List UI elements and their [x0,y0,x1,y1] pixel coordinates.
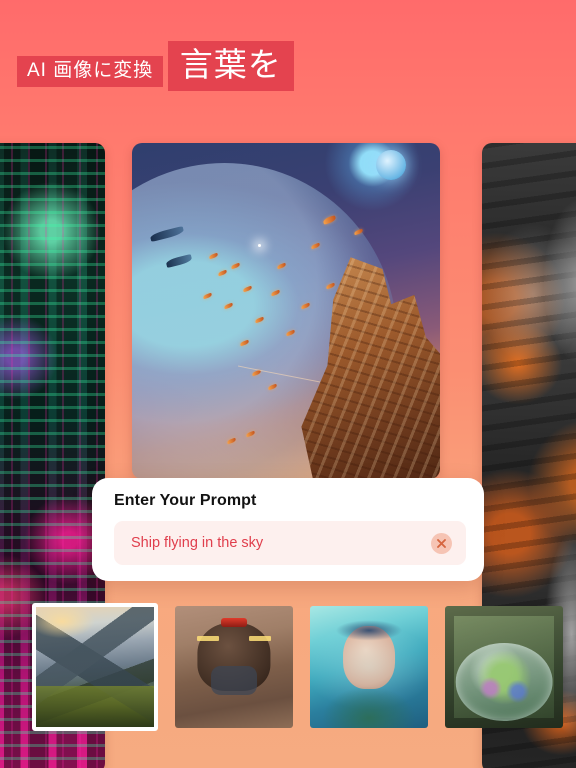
prompt-input-value[interactable]: Ship flying in the sky [131,535,431,551]
carousel-card-space-galleon[interactable] [132,143,440,479]
thumbnail-robot-dog[interactable] [175,606,293,728]
thumbnail-strip[interactable] [0,603,576,731]
prompt-input-field[interactable]: Ship flying in the sky [114,521,466,565]
thumbnail-cyber-woman[interactable] [310,606,428,728]
close-x-icon [437,538,446,548]
terrarium-artwork [445,606,563,728]
mountain-landscape-artwork [36,607,154,727]
thumbnail-terrarium[interactable] [445,606,563,728]
robot-dog-artwork [175,606,293,728]
page-header: AI 画像に変換 言葉を [17,33,294,91]
clear-prompt-button[interactable] [431,532,452,554]
prompt-dialog: Enter Your Prompt Ship flying in the sky [92,478,484,581]
dialog-title: Enter Your Prompt [114,492,257,509]
cyber-woman-artwork [310,606,428,728]
header-subtitle: AI 画像に変換 [17,56,164,87]
page-title: 言葉を [167,41,294,91]
thumbnail-mountain-landscape[interactable] [32,603,158,731]
space-galleon-artwork [132,143,440,479]
image-carousel[interactable] [0,143,576,768]
